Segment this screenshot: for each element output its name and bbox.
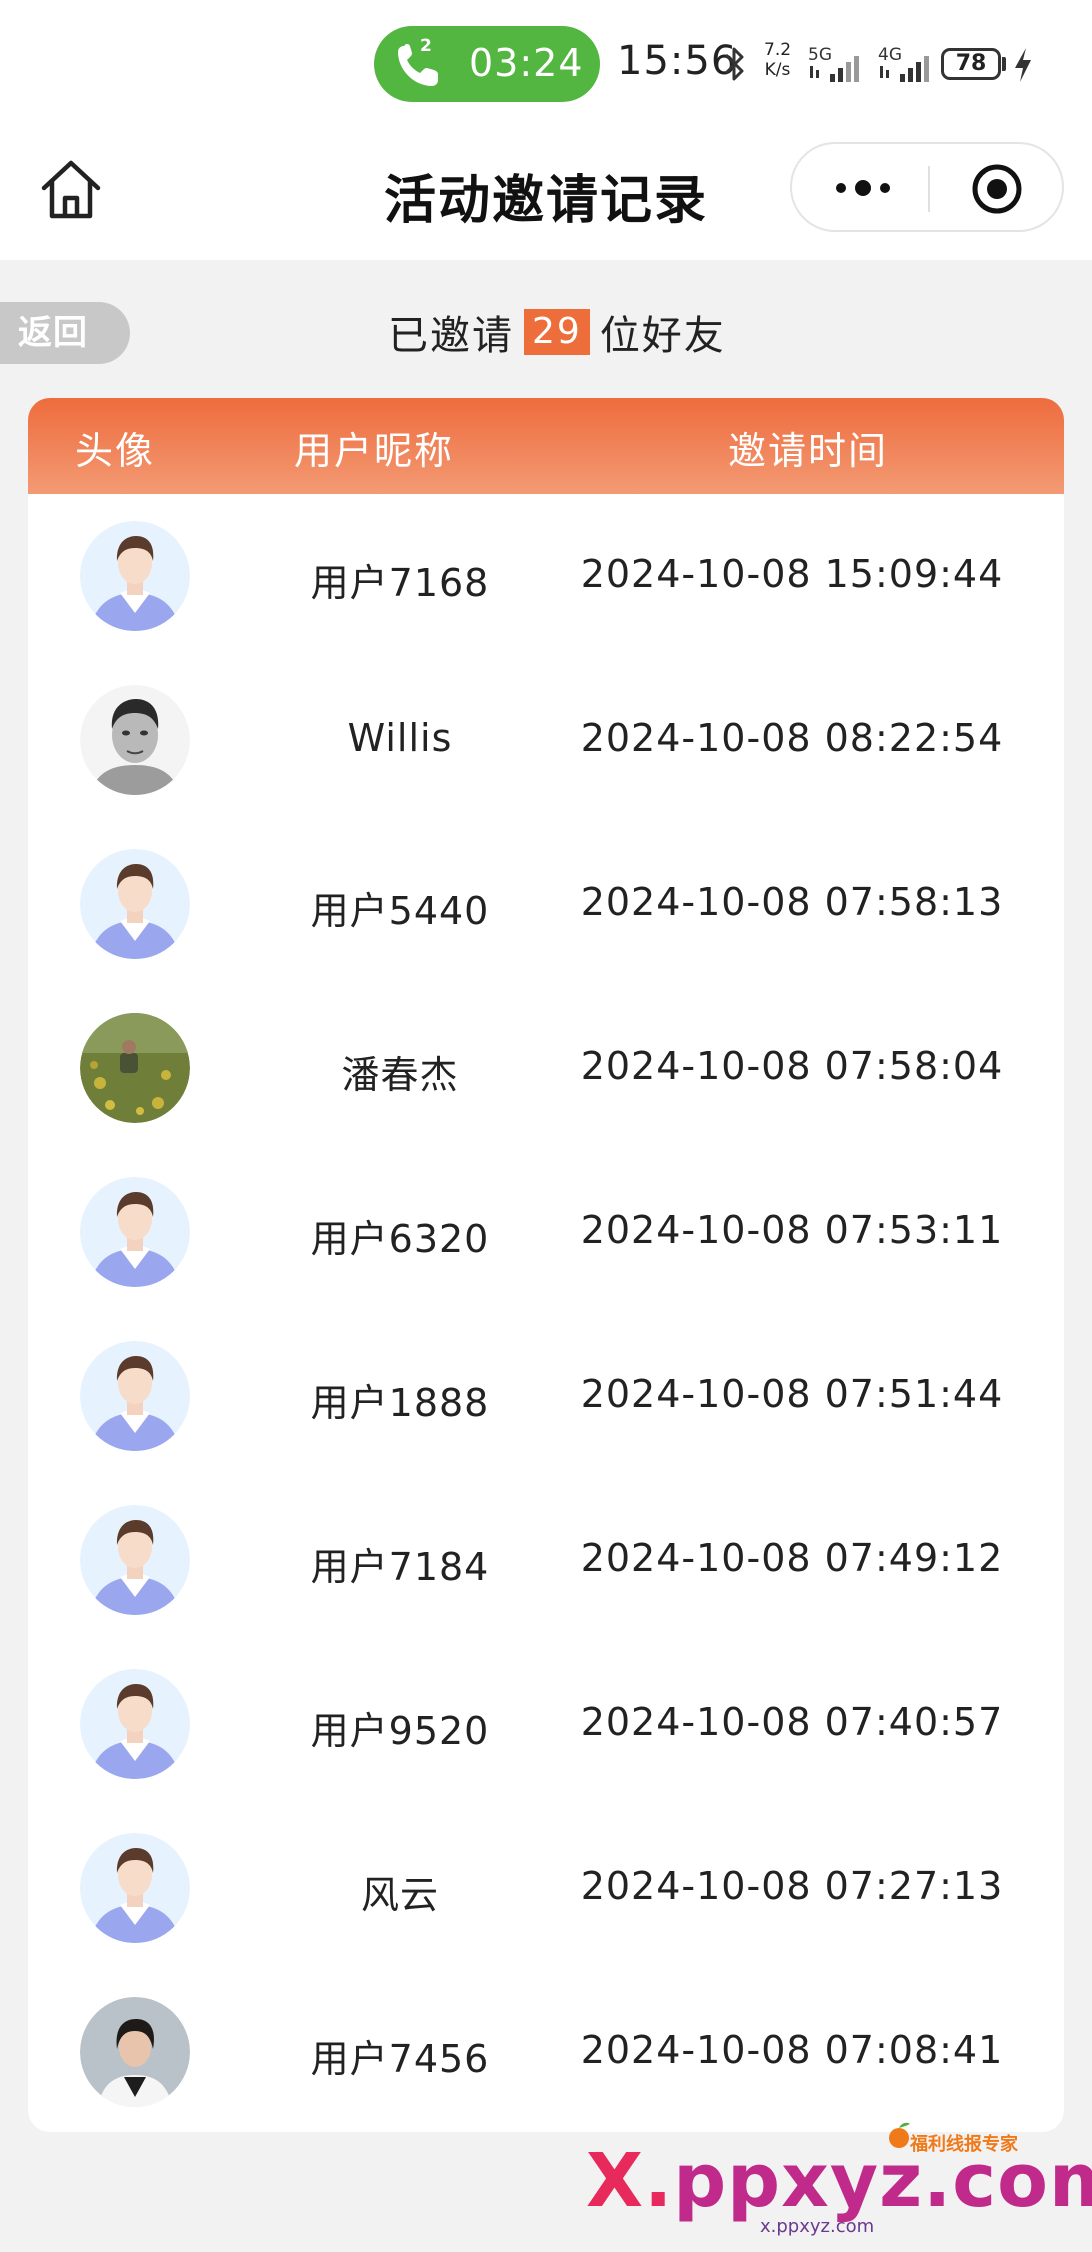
row-nickname: 用户5440 xyxy=(310,889,490,933)
battery-tip xyxy=(1002,57,1006,71)
invited-count-badge: 29 xyxy=(524,309,590,355)
avatar xyxy=(80,1341,190,1451)
watermark-x: X xyxy=(586,2138,645,2224)
status-bar: 2 03:24 15:56 7.2 K/s 5G 4G 78 xyxy=(0,0,1092,128)
close-miniprogram-icon[interactable] xyxy=(970,162,1024,216)
table-row[interactable]: 风云 2024-10-08 07:27:13 xyxy=(28,1806,1064,1970)
row-nickname: 用户7184 xyxy=(310,1545,490,1589)
avatar xyxy=(80,1669,190,1779)
avatar xyxy=(80,1505,190,1615)
network-speed: 7.2 K/s xyxy=(764,40,791,80)
row-invite-time: 2024-10-08 08:22:54 xyxy=(580,716,1004,760)
row-nickname: 用户7456 xyxy=(310,2037,490,2081)
table-row[interactable]: 用户6320 2024-10-08 07:53:11 xyxy=(28,1150,1064,1314)
row-invite-time: 2024-10-08 07:49:12 xyxy=(580,1536,1004,1580)
network-speed-value: 7.2 xyxy=(764,40,792,60)
avatar xyxy=(80,685,190,795)
signal-5g-icon: 5G xyxy=(808,45,859,82)
ongoing-call-pill[interactable]: 2 03:24 xyxy=(374,26,600,102)
row-nickname: 潘春杰 xyxy=(341,1053,459,1097)
capsule-divider xyxy=(928,166,930,212)
avatar xyxy=(80,1833,190,1943)
clock: 15:56 xyxy=(617,38,738,84)
avatar xyxy=(80,521,190,631)
back-button[interactable]: 返回 xyxy=(0,302,130,364)
row-invite-time: 2024-10-08 07:27:13 xyxy=(580,1864,1004,1908)
invited-prefix: 已邀请 xyxy=(388,313,514,359)
signal-4g-label: 4G xyxy=(878,45,902,65)
table-row[interactable]: 用户7168 2024-10-08 15:09:44 xyxy=(28,494,1064,658)
header-nickname: 用户昵称 xyxy=(294,429,455,473)
row-nickname: 用户7168 xyxy=(310,561,490,605)
watermark-dot: . xyxy=(644,2138,674,2224)
battery-indicator: 78 xyxy=(941,48,1001,80)
row-nickname: Willis xyxy=(347,716,453,760)
call-count: 2 xyxy=(420,36,432,56)
row-invite-time: 2024-10-08 07:08:41 xyxy=(580,2028,1004,2072)
header-avatar: 头像 xyxy=(75,429,156,473)
bluetooth-icon xyxy=(724,47,744,81)
phone-icon xyxy=(398,44,438,86)
table-row[interactable]: 用户7184 2024-10-08 07:49:12 xyxy=(28,1478,1064,1642)
row-nickname: 用户1888 xyxy=(310,1381,490,1425)
invited-suffix: 位好友 xyxy=(599,313,726,359)
row-invite-time: 2024-10-08 15:09:44 xyxy=(580,552,1004,596)
row-nickname: 风云 xyxy=(360,1873,439,1917)
table-row[interactable]: 潘春杰 2024-10-08 07:58:04 xyxy=(28,986,1064,1150)
table-row[interactable]: Willis 2024-10-08 08:22:54 xyxy=(28,658,1064,822)
table-header: 头像 用户昵称 邀请时间 xyxy=(28,398,1064,494)
row-nickname: 用户6320 xyxy=(310,1217,490,1261)
signal-5g-label: 5G xyxy=(808,45,832,65)
row-invite-time: 2024-10-08 07:40:57 xyxy=(580,1700,1004,1744)
avatar xyxy=(80,1177,190,1287)
avatar xyxy=(80,1013,190,1123)
call-duration: 03:24 xyxy=(469,41,584,85)
watermark-url: x.ppxyz.com xyxy=(760,2216,875,2237)
row-invite-time: 2024-10-08 07:51:44 xyxy=(580,1372,1004,1416)
signal-4g-icon: 4G xyxy=(878,45,929,82)
table-row[interactable]: 用户9520 2024-10-08 07:40:57 xyxy=(28,1642,1064,1806)
row-invite-time: 2024-10-08 07:53:11 xyxy=(580,1208,1004,1252)
header-invite-time: 邀请时间 xyxy=(728,429,889,473)
navigation-bar: 活动邀请记录 xyxy=(0,128,1092,260)
invite-record-table: 头像 用户昵称 邀请时间 用户7168 2024-10-08 15:09:44 Wi… xyxy=(28,398,1064,2132)
avatar xyxy=(80,849,190,959)
table-row[interactable]: 用户7456 2024-10-08 07:08:41 xyxy=(28,1970,1064,2132)
watermark-domain: ppxyz.com xyxy=(673,2138,1092,2224)
row-invite-time: 2024-10-08 07:58:04 xyxy=(580,1044,1004,1088)
site-watermark: 福利线报专家 X.ppxyz.com x.ppxyz.com xyxy=(580,2120,1092,2240)
table-row[interactable]: 用户1888 2024-10-08 07:51:44 xyxy=(28,1314,1064,1478)
more-icon[interactable] xyxy=(828,168,898,208)
row-nickname: 用户9520 xyxy=(310,1709,490,1753)
row-invite-time: 2024-10-08 07:58:13 xyxy=(580,880,1004,924)
charging-icon xyxy=(1015,48,1031,82)
watermark-brand: X.ppxyz.com xyxy=(586,2138,1092,2224)
network-speed-unit: K/s xyxy=(764,60,791,80)
table-row[interactable]: 用户5440 2024-10-08 07:58:13 xyxy=(28,822,1064,986)
invited-summary: 已邀请 29 位好友 xyxy=(388,304,726,360)
avatar xyxy=(80,1997,190,2107)
mini-program-capsule xyxy=(790,142,1064,232)
